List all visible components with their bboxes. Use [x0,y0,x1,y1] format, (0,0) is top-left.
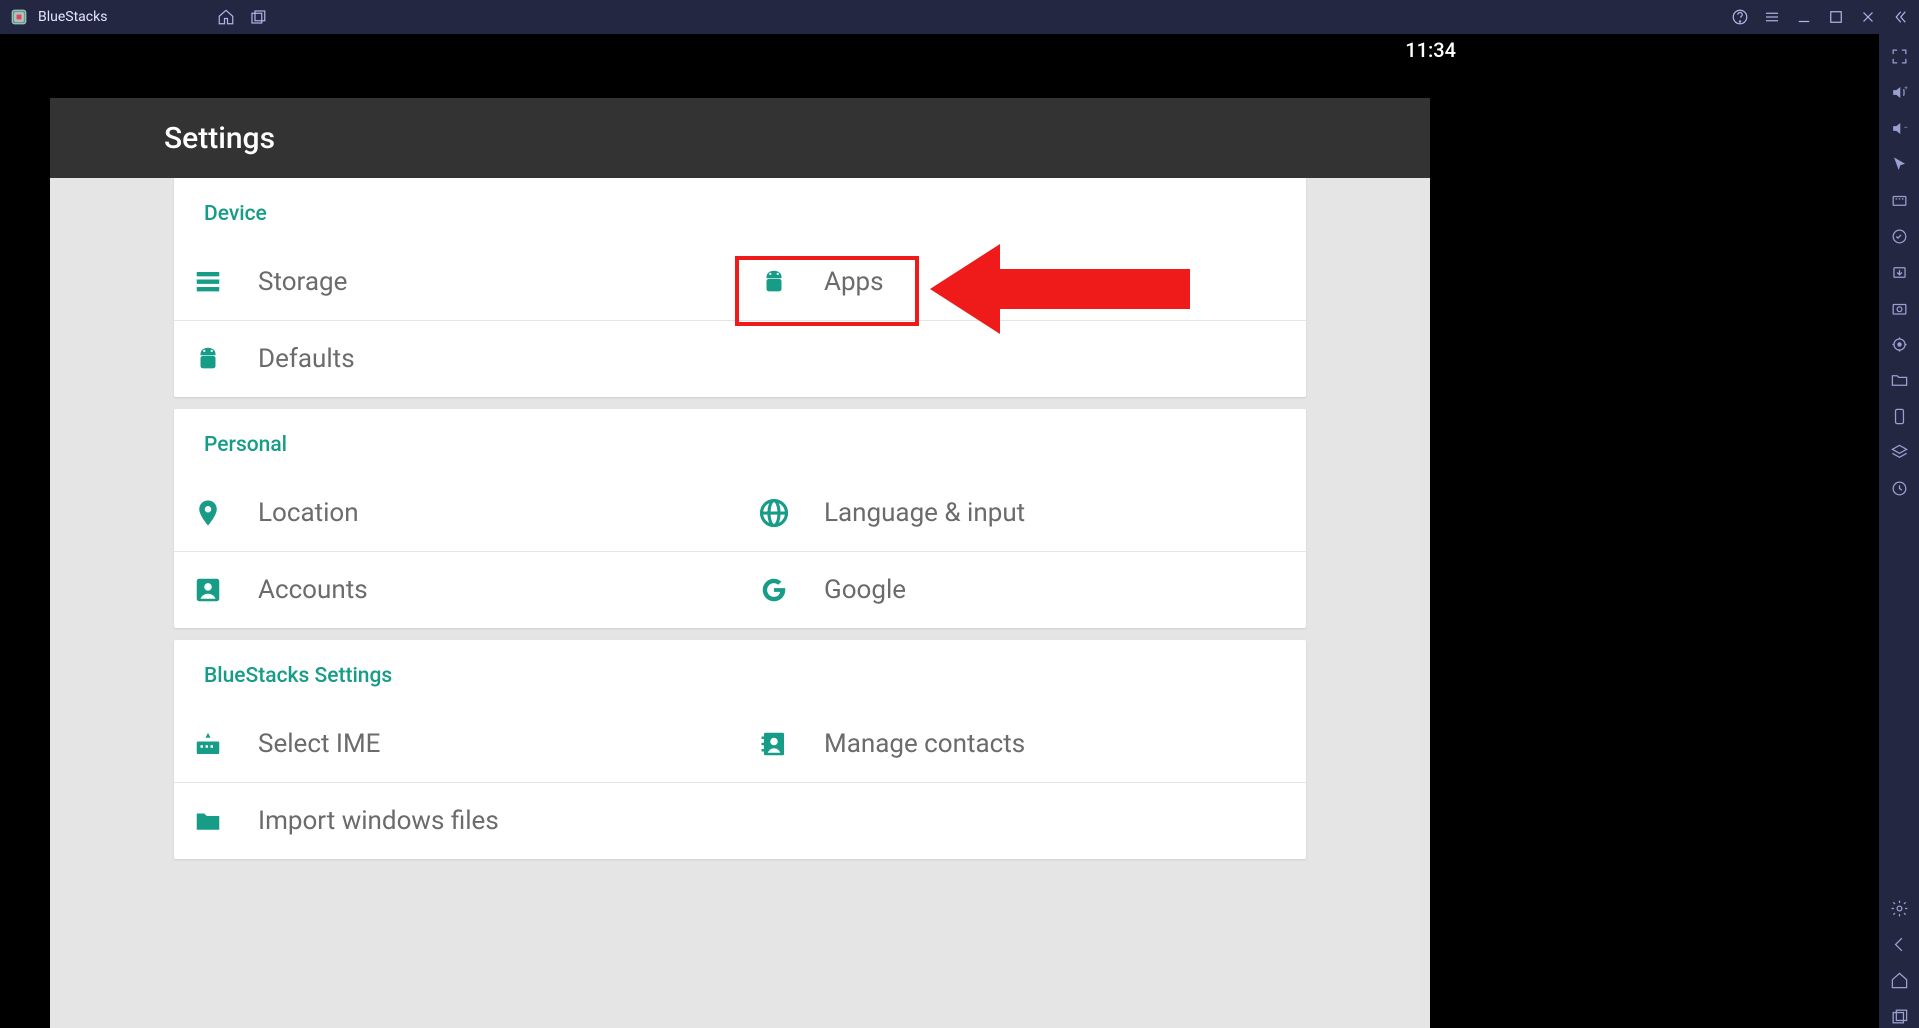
item-label: Google [824,575,906,605]
settings-item-language[interactable]: Language & input [740,475,1306,552]
item-label: Location [258,498,359,528]
status-time: 11:34 [1405,38,1456,62]
install-apk-icon[interactable] [1887,260,1911,284]
maximize-icon[interactable] [1827,8,1845,26]
storage-icon [188,262,228,302]
titlebar: BlueStacks [0,0,1919,34]
settings-item-apps[interactable]: Apps [740,244,1306,321]
rotate-icon[interactable] [1887,404,1911,428]
emulator-frame: 11:34 Settings Device Storage Apps [0,34,1480,1028]
settings-header: Settings [50,98,1430,178]
home-nav-icon[interactable] [1887,968,1911,992]
item-label: Language & input [824,498,1025,528]
cursor-lock-icon[interactable] [1887,152,1911,176]
titlebar-left: BlueStacks [10,8,107,26]
minimize-icon[interactable] [1795,8,1813,26]
folder-icon[interactable] [1887,368,1911,392]
item-label: Select IME [258,729,380,759]
volume-down-icon[interactable]: − [1887,116,1911,140]
android-statusbar: 11:34 [0,34,1480,62]
help-icon[interactable] [1731,8,1749,26]
volume-up-icon[interactable]: + [1887,80,1911,104]
settings-item-storage[interactable]: Storage [174,244,740,321]
item-label: Import windows files [258,806,499,836]
clock-icon[interactable] [1887,476,1911,500]
settings-body: Device Storage Apps [50,178,1430,1028]
settings-item-select-ime[interactable]: Select IME [174,706,740,783]
personal-section: Personal Location Language & input [174,409,1306,628]
gear-icon[interactable] [1887,896,1911,920]
settings-item-import-files[interactable]: Import windows files [174,783,740,859]
home-icon[interactable] [217,8,235,26]
globe-icon [754,493,794,533]
layers-icon[interactable] [1887,440,1911,464]
section-title-device: Device [174,178,1306,244]
screenshot-icon[interactable] [1887,296,1911,320]
device-section: Device Storage Apps [174,178,1306,397]
sync-icon[interactable] [1887,224,1911,248]
settings-item-defaults[interactable]: Defaults [174,321,740,397]
item-label: Defaults [258,344,355,374]
fullscreen-icon[interactable] [1887,44,1911,68]
android-icon [754,262,794,302]
keyboard-ime-icon [188,724,228,764]
back-icon[interactable] [1887,932,1911,956]
pin-location-icon[interactable] [1887,332,1911,356]
item-label: Manage contacts [824,729,1025,759]
settings-item-google[interactable]: Google [740,552,1306,628]
section-title-bluestacks: BlueStacks Settings [174,640,1306,706]
tabs-icon[interactable] [249,8,267,26]
section-title-personal: Personal [174,409,1306,475]
svg-text:−: − [1903,123,1908,132]
titlebar-controls [1731,8,1909,26]
item-label: Accounts [258,575,368,605]
svg-text:+: + [1904,84,1908,92]
close-icon[interactable] [1859,8,1877,26]
item-label: Storage [258,267,347,297]
google-g-icon [754,570,794,610]
settings-item-manage-contacts[interactable]: Manage contacts [740,706,1306,783]
settings-item-accounts[interactable]: Accounts [174,552,740,628]
side-toolbar: + − [1879,34,1919,1028]
account-icon [188,570,228,610]
collapse-sidebar-icon[interactable] [1891,8,1909,26]
folder-import-icon [188,801,228,841]
item-label: Apps [824,267,884,297]
page-title: Settings [164,121,275,156]
location-pin-icon [188,493,228,533]
android-icon [188,339,228,379]
keymap-icon[interactable] [1887,188,1911,212]
app-title: BlueStacks [38,9,107,25]
hamburger-icon[interactable] [1763,8,1781,26]
settings-item-location[interactable]: Location [174,475,740,552]
titlebar-nav [217,8,267,26]
contacts-icon [754,724,794,764]
bluestacks-logo-icon [10,8,28,26]
recents-icon[interactable] [1887,1004,1911,1028]
bluestacks-settings-section: BlueStacks Settings Select IME Manage co… [174,640,1306,859]
